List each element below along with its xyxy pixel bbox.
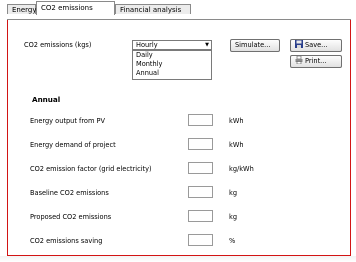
tab-co2-emissions[interactable]: CO2 emissions — [36, 1, 115, 15]
row-label-baseline-emissions: Baseline CO2 emissions — [30, 189, 109, 197]
unit-proposed-emissions: kg — [229, 213, 238, 221]
baseline-emissions-input[interactable] — [188, 186, 213, 198]
emissions-saving-input[interactable] — [188, 234, 213, 246]
unit-baseline-emissions: kg — [229, 189, 238, 197]
emissions-period-select[interactable]: Hourly ▼ — [132, 40, 212, 50]
row-label-energy-demand: Energy demand of project — [30, 141, 116, 149]
row-label-emissions-saving: CO2 emissions saving — [30, 237, 103, 245]
energy-demand-input[interactable] — [188, 138, 213, 150]
save-button-label: Save... — [305, 41, 328, 49]
row-label-energy-output: Energy output from PV — [30, 117, 105, 125]
dropdown-option-monthly[interactable]: Monthly — [133, 60, 211, 69]
simulate-button[interactable]: Simulate... — [230, 39, 280, 52]
print-button-label: Print... — [305, 57, 327, 65]
unit-emission-factor: kg/kWh — [229, 165, 254, 173]
emissions-period-dropdown: Daily Monthly Annual — [132, 50, 212, 80]
dropdown-option-annual[interactable]: Annual — [133, 69, 211, 78]
emissions-period-label: CO2 emissions (kgs) — [24, 41, 92, 49]
floppy-disk-icon — [295, 40, 303, 48]
tab-divider — [7, 19, 351, 20]
print-button[interactable]: Print... — [290, 55, 342, 68]
emissions-period-selected: Hourly — [136, 41, 158, 49]
energy-output-input[interactable] — [188, 114, 213, 126]
emission-factor-input[interactable] — [188, 162, 213, 174]
printer-icon — [295, 56, 303, 64]
tab-energy[interactable]: Energy — [7, 4, 37, 14]
simulate-button-label: Simulate... — [235, 41, 271, 49]
row-label-proposed-emissions: Proposed CO2 emissions — [30, 213, 112, 221]
section-title-annual: Annual — [32, 95, 61, 104]
unit-emissions-saving: % — [229, 237, 236, 245]
dropdown-option-daily[interactable]: Daily — [133, 51, 211, 60]
save-button[interactable]: Save... — [290, 39, 342, 52]
proposed-emissions-input[interactable] — [188, 210, 213, 222]
unit-energy-output: kWh — [229, 117, 244, 125]
row-label-emission-factor: CO2 emission factor (grid electricity) — [30, 165, 152, 173]
unit-energy-demand: kWh — [229, 141, 244, 149]
co2-emissions-panel: CO2 emissions (kgs) Hourly ▼ Daily Month… — [7, 19, 351, 256]
window-bottom-shadow — [0, 256, 356, 262]
tab-financial-analysis[interactable]: Financial analysis — [115, 4, 191, 14]
chevron-down-icon: ▼ — [205, 42, 209, 48]
